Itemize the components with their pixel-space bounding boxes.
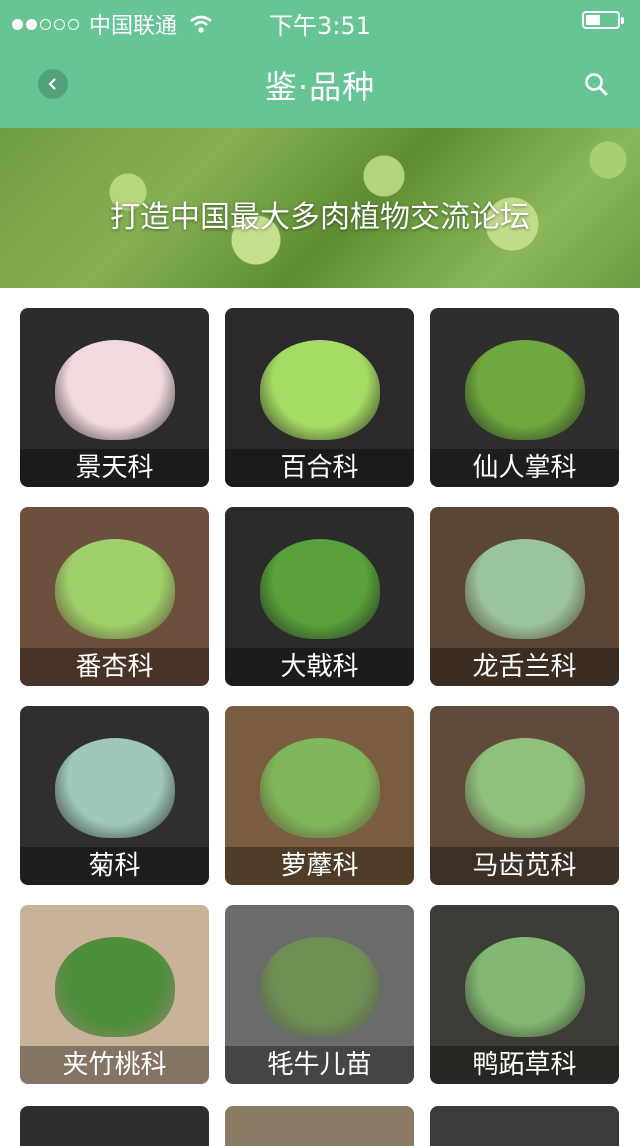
- category-card[interactable]: 景天科: [20, 308, 209, 487]
- page-title: 鉴·品种: [264, 68, 376, 106]
- category-card[interactable]: [225, 1106, 414, 1146]
- category-card[interactable]: 牦牛儿苗: [225, 905, 414, 1084]
- category-card[interactable]: [430, 1106, 619, 1146]
- category-label: 仙人掌科: [430, 449, 619, 487]
- category-label: 景天科: [20, 449, 209, 487]
- status-bar: 中国联通 下午3:51: [0, 0, 640, 40]
- category-image: [464, 539, 585, 640]
- category-card[interactable]: 萝藦科: [225, 706, 414, 885]
- category-card[interactable]: 菊科: [20, 706, 209, 885]
- category-card[interactable]: 大戟科: [225, 507, 414, 686]
- battery-icon: [582, 11, 624, 29]
- category-grid-partial-row: [20, 1106, 620, 1146]
- category-label: 鸭跖草科: [430, 1046, 619, 1084]
- category-image: [54, 539, 175, 640]
- status-time: 下午3:51: [269, 12, 371, 40]
- category-card[interactable]: 龙舌兰科: [430, 507, 619, 686]
- category-grid: 景天科 百合科 仙人掌科番杏科 大戟科 龙舌兰科菊科 萝藦科 马齿苋科夹竹桃科 牦牛儿苗 鸭跖草…: [20, 308, 620, 1084]
- category-image: [54, 340, 175, 441]
- category-card[interactable]: 百合科: [225, 308, 414, 487]
- category-card[interactable]: 仙人掌科: [430, 308, 619, 487]
- search-icon[interactable]: [582, 70, 610, 98]
- category-label: 马齿苋科: [430, 847, 619, 885]
- app-header: 中国联通 下午3:51 鉴·品种: [0, 0, 640, 128]
- category-card[interactable]: 夹竹桃科: [20, 905, 209, 1084]
- banner[interactable]: 打造中国最大多肉植物交流论坛: [0, 128, 640, 288]
- category-label: 百合科: [225, 449, 414, 487]
- nav-bar: 鉴·品种: [0, 40, 640, 128]
- category-image: [259, 539, 380, 640]
- category-label: 夹竹桃科: [20, 1046, 209, 1084]
- category-card[interactable]: 鸭跖草科: [430, 905, 619, 1084]
- category-image: [464, 340, 585, 441]
- category-image: [259, 937, 380, 1038]
- category-label: 萝藦科: [225, 847, 414, 885]
- category-label: 龙舌兰科: [430, 648, 619, 686]
- category-label: 大戟科: [225, 648, 414, 686]
- category-image: [464, 937, 585, 1038]
- category-card[interactable]: 马齿苋科: [430, 706, 619, 885]
- category-label: 牦牛儿苗: [225, 1046, 414, 1084]
- category-label: 番杏科: [20, 648, 209, 686]
- category-image: [464, 738, 585, 839]
- category-card[interactable]: 番杏科: [20, 507, 209, 686]
- category-image: [259, 738, 380, 839]
- category-card[interactable]: [20, 1106, 209, 1146]
- category-image: [54, 738, 175, 839]
- category-image: [54, 937, 175, 1038]
- category-image: [259, 340, 380, 441]
- banner-slogan: 打造中国最大多肉植物交流论坛: [110, 200, 530, 235]
- category-label: 菊科: [20, 847, 209, 885]
